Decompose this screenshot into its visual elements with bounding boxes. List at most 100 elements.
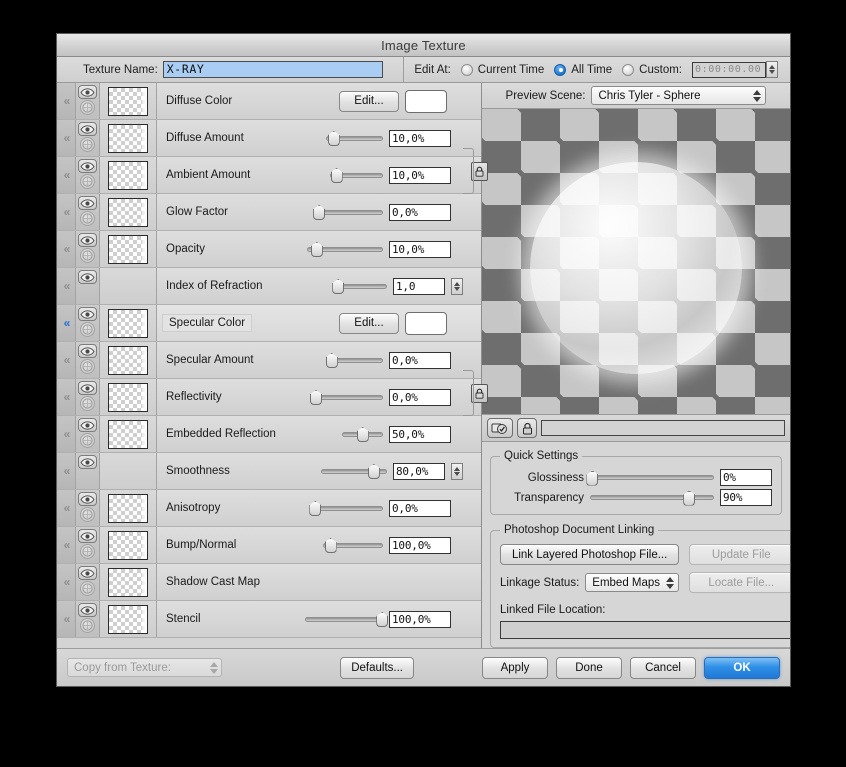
eye-icon[interactable] [78, 196, 97, 210]
quick-setting-value[interactable]: 90% [720, 489, 772, 506]
custom-time-stepper[interactable] [766, 61, 778, 78]
channel-thumbnail[interactable] [108, 87, 148, 116]
channel-row[interactable]: «Index of Refraction1,0 [57, 268, 481, 305]
channel-value-input[interactable]: 100,0% [389, 611, 451, 628]
slider-handle[interactable] [357, 427, 369, 442]
slider-handle[interactable] [376, 612, 388, 627]
texture-preview[interactable] [482, 109, 790, 414]
channel-thumbnail[interactable] [108, 346, 148, 375]
link-lock[interactable] [469, 140, 490, 202]
edit-color-button[interactable]: Edit... [339, 313, 399, 334]
target-icon[interactable] [80, 544, 95, 559]
channel-value-input[interactable]: 10,0% [389, 241, 451, 258]
channel-row[interactable]: «Specular ColorEdit... [57, 305, 481, 342]
slider-handle[interactable] [331, 168, 343, 183]
channel-row[interactable]: «Stencil100,0% [57, 601, 481, 638]
collapse-arrow-icon[interactable]: « [57, 527, 76, 563]
channel-thumbnail-cell[interactable] [100, 601, 157, 637]
collapse-arrow-icon[interactable]: « [57, 342, 76, 378]
slider-handle[interactable] [328, 131, 340, 146]
slider-track[interactable] [319, 210, 384, 215]
channel-value-input[interactable]: 80,0% [393, 463, 445, 480]
collapse-arrow-icon[interactable]: « [57, 194, 76, 230]
collapse-arrow-icon[interactable]: « [57, 231, 76, 267]
collapse-arrow-icon[interactable]: « [57, 379, 76, 415]
collapse-arrow-icon[interactable]: « [57, 268, 76, 304]
slider-handle[interactable] [326, 353, 338, 368]
link-layered-photoshop-file-button[interactable]: Link Layered Photoshop File... [500, 544, 679, 565]
channel-row[interactable]: «Anisotropy0,0% [57, 490, 481, 527]
target-icon[interactable] [80, 618, 95, 633]
ok-button[interactable]: OK [704, 657, 780, 679]
channel-thumbnail[interactable] [108, 605, 148, 634]
channel-value-input[interactable]: 0,0% [389, 352, 451, 369]
channel-thumbnail[interactable] [108, 309, 148, 338]
channel-thumbnail[interactable] [108, 198, 148, 227]
channel-thumbnail-cell[interactable] [100, 342, 157, 378]
slider-track[interactable] [331, 358, 383, 363]
target-icon[interactable] [80, 322, 95, 337]
target-icon[interactable] [80, 137, 95, 152]
eye-icon[interactable] [78, 159, 97, 173]
slider-handle[interactable] [368, 464, 380, 479]
channel-thumbnail[interactable] [108, 420, 148, 449]
color-swatch[interactable] [405, 90, 447, 113]
channel-thumbnail[interactable] [108, 494, 148, 523]
custom-time-input[interactable]: 0:00:00.00 [692, 62, 766, 78]
slider-track[interactable] [315, 395, 383, 400]
copy-from-texture-dropdown[interactable]: Copy from Texture: [67, 658, 222, 677]
slider-track[interactable] [305, 617, 383, 622]
channel-thumbnail-cell[interactable] [100, 157, 157, 193]
radio-custom[interactable] [622, 64, 634, 76]
channel-value-stepper[interactable] [451, 278, 463, 295]
channel-thumbnail-cell[interactable] [100, 416, 157, 452]
target-icon[interactable] [80, 100, 95, 115]
collapse-arrow-icon[interactable]: « [57, 564, 76, 600]
channel-thumbnail[interactable] [108, 383, 148, 412]
channel-row[interactable]: «Glow Factor0,0% [57, 194, 481, 231]
channel-thumbnail-cell[interactable] [100, 120, 157, 156]
collapse-arrow-icon[interactable]: « [57, 416, 76, 452]
slider-handle[interactable] [310, 390, 322, 405]
eye-icon[interactable] [78, 381, 97, 395]
channel-value-input[interactable]: 10,0% [389, 167, 451, 184]
slider-handle[interactable] [325, 538, 337, 553]
channel-thumbnail-cell[interactable] [100, 527, 157, 563]
radio-current-time[interactable] [461, 64, 473, 76]
channel-thumbnail-cell[interactable] [100, 83, 157, 119]
channel-thumbnail[interactable] [108, 161, 148, 190]
collapse-arrow-icon[interactable]: « [57, 601, 76, 637]
collapse-arrow-icon[interactable]: « [57, 305, 76, 341]
eye-icon[interactable] [78, 85, 97, 99]
channel-thumbnail-cell[interactable] [100, 231, 157, 267]
channel-thumbnail[interactable] [108, 531, 148, 560]
channel-row[interactable]: «Reflectivity0,0% [57, 379, 481, 416]
eye-icon[interactable] [78, 344, 97, 358]
render-preview-icon[interactable] [487, 418, 513, 438]
link-lock[interactable] [469, 362, 490, 424]
eye-icon[interactable] [78, 566, 97, 580]
eye-icon[interactable] [78, 233, 97, 247]
channel-row[interactable]: «Diffuse Amount10,0% [57, 120, 481, 157]
target-icon[interactable] [80, 396, 95, 411]
slider-handle[interactable] [313, 205, 325, 220]
channel-value-stepper[interactable] [451, 463, 463, 480]
channel-value-input[interactable]: 1,0 [393, 278, 445, 295]
slider-track[interactable] [315, 506, 383, 511]
eye-icon[interactable] [78, 529, 97, 543]
quick-setting-value[interactable]: 0% [720, 469, 772, 486]
target-icon[interactable] [80, 248, 95, 263]
lock-icon[interactable] [517, 418, 537, 438]
channel-thumbnail-cell[interactable] [100, 305, 157, 341]
preview-scene-dropdown[interactable]: Chris Tyler - Sphere [591, 86, 766, 105]
eye-icon[interactable] [78, 307, 97, 321]
target-icon[interactable] [80, 211, 95, 226]
channel-value-input[interactable]: 0,0% [389, 204, 451, 221]
channel-row[interactable]: «Specular Amount0,0% [57, 342, 481, 379]
collapse-arrow-icon[interactable]: « [57, 490, 76, 526]
channel-value-input[interactable]: 100,0% [389, 537, 451, 554]
channel-row[interactable]: «Diffuse ColorEdit... [57, 83, 481, 120]
channel-thumbnail[interactable] [108, 124, 148, 153]
channel-thumbnail-cell[interactable] [100, 379, 157, 415]
radio-all-time[interactable] [554, 64, 566, 76]
